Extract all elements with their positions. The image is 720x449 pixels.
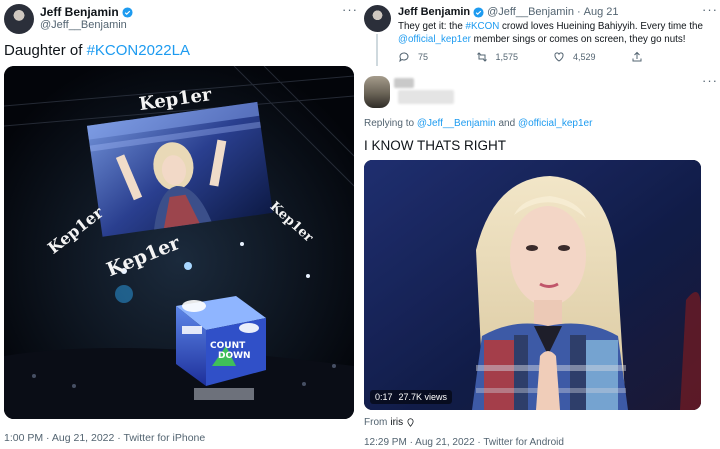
video-frame: [364, 160, 701, 410]
tweet-source: Twitter for iPhone: [123, 432, 206, 444]
video-timestamp: 0:17: [375, 392, 393, 402]
avatar[interactable]: [364, 5, 391, 32]
retweet-count: 1,575: [495, 52, 519, 62]
author-name[interactable]: Jeff Benjamin @Jeff__Benjamin · Aug 21: [398, 6, 618, 18]
tweet-metadata: 1:00 PM · Aug 21, 2022 · Twitter for iPh…: [4, 432, 206, 444]
more-options-icon[interactable]: ···: [702, 73, 718, 88]
reply-source: Twitter for Android: [483, 437, 564, 448]
like-count: 4,529: [573, 52, 596, 62]
thread-connector: [376, 34, 378, 66]
reply-metadata: 12:29 PM · Aug 21, 2022 · Twitter for An…: [364, 437, 564, 448]
retweet-icon: [476, 52, 487, 62]
tweet-text: Daughter of #KCON2022LA: [4, 42, 190, 59]
reply-date[interactable]: Aug 21, 2022: [415, 437, 475, 448]
tweet-actions: 75 1,575 4,529: [398, 51, 708, 63]
author-handle[interactable]: @Jeff__Benjamin: [487, 6, 574, 18]
tweet-date[interactable]: Aug 21, 2022: [52, 432, 114, 444]
verified-badge-icon: [473, 6, 484, 18]
retweet-button[interactable]: 1,575: [476, 51, 554, 63]
tweet-time[interactable]: 1:00 PM: [4, 432, 43, 444]
redacted-handle: [398, 90, 454, 104]
video-info-bar: 0:17 27.7K views: [370, 390, 453, 404]
verified-badge-icon: [122, 6, 133, 18]
mention-link[interactable]: @Jeff__Benjamin: [417, 118, 496, 129]
video-views: 27.7K views: [398, 392, 448, 402]
tweet-date[interactable]: Aug 21: [584, 6, 619, 18]
cube-text-down: DOWN: [218, 351, 251, 361]
right-tweet-thread: Jeff Benjamin @Jeff__Benjamin · Aug 21 ·…: [358, 0, 720, 449]
author-name[interactable]: Jeff Benjamin: [40, 5, 133, 19]
mention-link[interactable]: @official_kep1er: [398, 34, 471, 45]
mention-link[interactable]: @official_kep1er: [518, 118, 592, 129]
reply-time[interactable]: 12:29 PM: [364, 437, 407, 448]
more-options-icon[interactable]: ···: [342, 2, 358, 17]
reply-text: I KNOW THATS RIGHT: [364, 138, 507, 153]
tweet-text: They get it: the #KCON crowd loves Huein…: [398, 21, 703, 45]
left-tweet: Jeff Benjamin @Jeff__Benjamin ··· Daught…: [0, 0, 358, 449]
reply-video[interactable]: 0:17 27.7K views: [364, 160, 701, 410]
author-handle[interactable]: @Jeff__Benjamin: [40, 19, 127, 31]
hashtag-link[interactable]: #KCON2022LA: [87, 42, 190, 59]
share-button[interactable]: [631, 51, 709, 63]
heart-icon: [554, 52, 564, 62]
share-icon: [632, 51, 641, 62]
reply-count: 75: [418, 52, 429, 62]
from-attribution: From iris: [364, 417, 415, 428]
avatar[interactable]: [4, 4, 34, 34]
reply-button[interactable]: 75: [398, 51, 476, 63]
tweet-photo[interactable]: Kep1er Kep1er Kep1er Kep1er COUNT DOWN: [4, 66, 354, 419]
reply-avatar[interactable]: [364, 76, 390, 108]
cube-text-count: COUNT: [210, 341, 246, 351]
redacted-name: [394, 78, 414, 88]
more-options-icon[interactable]: ···: [702, 2, 718, 17]
reply-icon: [399, 52, 409, 63]
location-pin-icon: [407, 418, 414, 427]
hashtag-link[interactable]: #KCON: [466, 21, 500, 32]
like-button[interactable]: 4,529: [553, 51, 631, 63]
concert-photo: Kep1er Kep1er Kep1er Kep1er COUNT DOWN: [4, 66, 354, 419]
from-user-link[interactable]: iris: [390, 417, 403, 428]
replying-to: Replying to @Jeff__Benjamin and @officia…: [364, 118, 593, 129]
